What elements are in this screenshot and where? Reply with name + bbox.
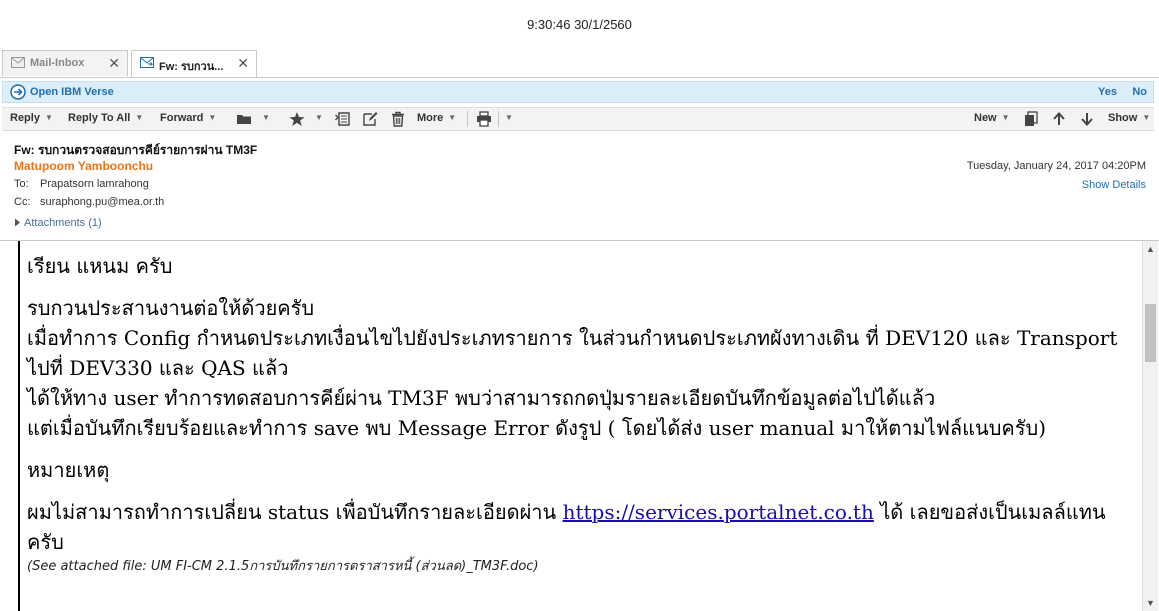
portal-link[interactable]: https://services.portalnet.co.th [563, 500, 874, 524]
to-row: To: Prapatsorn lamrahong [14, 178, 149, 190]
verse-no-link[interactable]: No [1132, 86, 1147, 98]
body-line: ผมไม่สามารถทำการเปลี่ยน status เพื่อบันท… [27, 497, 1135, 557]
move-to-folder-icon[interactable] [335, 111, 351, 127]
mail-icon [11, 57, 25, 68]
body-line: ได้ให้ทาง user ทำการทดสอบการคีย์ผ่าน TM3… [27, 386, 936, 410]
attachments-toggle[interactable]: Attachments (1) [14, 217, 102, 229]
forward-mail-icon [140, 57, 154, 68]
message-header: Fw: รบกวนตรวจสอบการคีย์รายการผ่าน TM3F M… [0, 133, 1159, 241]
cc-label: Cc: [14, 196, 31, 208]
reply-all-button[interactable]: Reply To All ▼ [68, 112, 143, 124]
copy-icon[interactable] [1023, 111, 1039, 127]
forward-button[interactable]: Forward ▼ [160, 112, 216, 124]
attached-file-note: (See attached file: UM FI-CM 2.1.5การบัน… [27, 559, 539, 574]
toolbar-divider [498, 111, 499, 127]
toolbar-divider [467, 111, 468, 127]
scrollbar-thumb[interactable] [1145, 304, 1156, 362]
remark-heading: หมายเหตุ [27, 458, 110, 482]
edit-icon[interactable] [362, 111, 378, 127]
message-date: Tuesday, January 24, 2017 04:20PM [966, 160, 1146, 172]
verse-icon [10, 84, 26, 100]
arrow-up-icon[interactable] [1051, 111, 1067, 127]
system-clock: 9:30:46 30/1/2560 [527, 17, 632, 32]
body-text: ผมไม่สามารถทำการเปลี่ยน status เพื่อบันท… [27, 500, 563, 524]
body-line: แต่เมื่อบันทึกเรียบร้อยและทำการ save พบ … [27, 416, 1047, 440]
print-menu-caret[interactable]: ▼ [500, 112, 513, 124]
arrow-down-icon[interactable] [1079, 111, 1095, 127]
scroll-down-arrow-icon[interactable]: ▼ [1146, 598, 1155, 608]
tab-label: Mail-Inbox [30, 57, 85, 69]
close-tab-icon[interactable]: ✕ [237, 55, 249, 72]
quote-rule [18, 241, 20, 611]
star-icon[interactable] [289, 111, 305, 127]
cc-recipient[interactable]: suraphong.pu@mea.or.th [40, 196, 164, 208]
show-details-link[interactable]: Show Details [1082, 179, 1146, 191]
sender-name[interactable]: Matupoom Yamboonchu [14, 159, 153, 173]
show-button[interactable]: Show ▼ [1108, 112, 1150, 124]
reply-button[interactable]: Reply ▼ [10, 112, 53, 124]
print-icon[interactable] [476, 111, 492, 127]
trash-icon[interactable] [390, 111, 406, 127]
new-button[interactable]: New ▼ [974, 112, 1010, 124]
attachments-label: Attachments (1) [24, 217, 102, 229]
message-subject: Fw: รบกวนตรวจสอบการคีย์รายการผ่าน TM3F [14, 143, 258, 157]
expand-triangle-icon [15, 218, 20, 227]
scroll-up-arrow-icon[interactable]: ▲ [1146, 244, 1155, 254]
message-content: เรียน แหนม ครับ รบกวนประสานงานต่อให้ด้วย… [27, 251, 1135, 577]
tab-label: Fw: รบกวน... [159, 61, 224, 73]
tab-mail-inbox[interactable]: Mail-Inbox ✕ [2, 50, 128, 76]
tab-forward-message[interactable]: Fw: รบกวน... ✕ [131, 50, 257, 77]
open-verse-link[interactable]: Open IBM Verse [30, 86, 114, 98]
more-button[interactable]: More ▼ [417, 112, 456, 124]
to-label: To: [14, 178, 29, 190]
message-toolbar: Reply ▼ Reply To All ▼ Forward ▼ ▼ ▼ More ▼ … [2, 107, 1154, 131]
body-line: รบกวนประสานงานต่อให้ด้วยครับ [27, 296, 315, 320]
message-body: เรียน แหนม ครับ รบกวนประสานงานต่อให้ด้วย… [0, 241, 1142, 611]
to-recipient[interactable]: Prapatsorn lamrahong [40, 178, 149, 190]
folder-icon[interactable] [236, 111, 252, 127]
verse-yes-link[interactable]: Yes [1098, 86, 1117, 98]
close-tab-icon[interactable]: ✕ [108, 55, 120, 72]
cc-row: Cc: suraphong.pu@mea.or.th [14, 196, 164, 208]
greeting-text: เรียน แหนม ครับ [27, 254, 173, 278]
body-line: เมื่อทำการ Config กำหนดประเภทเงื่อนไขไปย… [27, 326, 1118, 380]
star-menu-caret[interactable]: ▼ [310, 112, 323, 124]
tab-bar: Mail-Inbox ✕ Fw: รบกวน... ✕ [0, 49, 1159, 78]
verse-banner: Open IBM Verse Yes No [2, 81, 1154, 103]
vertical-scrollbar[interactable]: ▲ ▼ [1142, 241, 1158, 611]
folder-menu-caret[interactable]: ▼ [257, 112, 270, 124]
